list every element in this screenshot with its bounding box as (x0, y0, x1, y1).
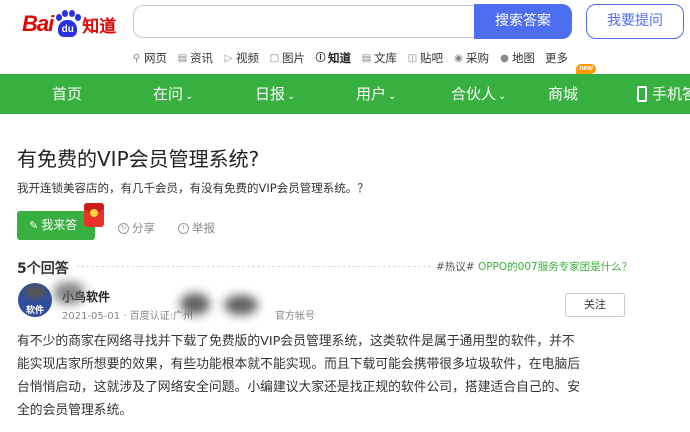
follow-button[interactable]: 关注 (565, 293, 625, 317)
tieba-icon: ◫ (407, 52, 418, 64)
share-button[interactable]: ↻ 分享 (118, 220, 155, 236)
caigou-icon: ◉ (454, 52, 463, 64)
report-button[interactable]: ! 举报 (178, 220, 215, 236)
map-icon: ● (500, 52, 509, 64)
blur-mask (180, 293, 210, 315)
answer-line: 台悄悄启动，这就涉及了网络安全问题。小编建议大家还是找正规的软件公司，搭建适合自… (17, 380, 581, 395)
subnav-item-wenku[interactable]: ▤ 文库 (361, 50, 397, 66)
top-header: Bai du 知道 搜索答案 我要提问 ⚲ 网页 ▤ 资讯 ▷ 视频 □ 图片 ⓘ 知道 … (0, 0, 690, 74)
subnav-item-zhidao[interactable]: ⓘ 知道 (315, 50, 352, 66)
answer-body: 有不少的商家在网络寻找并下载了免费版的VIP会员管理系统，这类软件是属于通用型的… (17, 330, 635, 422)
blur-mask (54, 282, 84, 304)
subnav-item-web[interactable]: ⚲ 网页 (131, 50, 167, 66)
question-description: 我开连锁美容店的，有几千会员，有没有免费的VIP会员管理系统。？ (17, 181, 369, 195)
subnav-item-news[interactable]: ▤ 资讯 (177, 50, 213, 66)
ask-question-button[interactable]: 我要提问 (586, 4, 684, 39)
answer-date: 2021-05-01 (62, 311, 121, 322)
search-icon: ⚲ (132, 52, 141, 64)
question-icon: ⓘ (315, 52, 326, 64)
report-icon: ! (178, 222, 189, 234)
chevron-down-icon: ⌄ (185, 91, 194, 102)
nav-item-mobile[interactable]: 手机答 (637, 74, 690, 114)
new-badge: new (576, 64, 597, 74)
video-icon: ▷ (224, 52, 233, 64)
news-icon: ▤ (177, 52, 188, 64)
nav-item-mall[interactable]: 商城 new (548, 64, 597, 114)
blur-mask (224, 295, 258, 315)
main-nav-bar: 首页 在问 ⌄ 日报 ⌄ 用户 ⌄ 合伙人 ⌄ 商城 new 手机答 (0, 64, 690, 114)
divider (76, 266, 431, 267)
phone-icon (637, 86, 647, 102)
pencil-icon: ✎ (29, 219, 39, 232)
answer-line: 全的会员管理系统。 (17, 403, 133, 418)
red-packet-icon[interactable] (84, 203, 104, 227)
avatar-text: 软件 (25, 305, 44, 315)
subnav-item-more[interactable]: 更多 (545, 50, 568, 66)
search-answers-button[interactable]: 搜索答案 (474, 4, 572, 39)
baidu-zhidao-logo[interactable]: Bai du 知道 (22, 8, 116, 40)
subnav-item-map[interactable]: ● 地图 (499, 50, 535, 66)
avatar[interactable]: 软件 (18, 283, 52, 317)
subnav-item-tieba[interactable]: ◫ 贴吧 (407, 50, 443, 66)
hot-topic-link[interactable]: OPPO的007服务专家团是什么？ (478, 261, 632, 273)
nav-item-daily[interactable]: 日报 ⌄ (255, 74, 295, 114)
chevron-down-icon: ⌄ (287, 91, 296, 102)
answer-line: 能实现店家所想要的效果，有些功能根本就不能实现。而且下载可能会携带很多垃圾软件，… (17, 357, 581, 372)
chevron-down-icon: ⌄ (388, 91, 397, 102)
nav-item-asking[interactable]: 在问 ⌄ (153, 74, 193, 114)
answer-line: 有不少的商家在网络寻找并下载了免费版的VIP会员管理系统，这类软件是属于通用型的… (17, 334, 575, 349)
chevron-down-icon: ⌄ (498, 91, 507, 102)
paw-icon: du (54, 10, 82, 38)
hot-topic[interactable]: #热议# OPPO的007服务专家团是什么？ (436, 259, 632, 274)
hot-tag: #热议# (436, 261, 475, 273)
image-icon: □ (269, 52, 280, 64)
subnav-item-caigou[interactable]: ◉ 采购 (453, 50, 489, 66)
logo-zhidao-text: 知道 (82, 16, 117, 37)
logo-bai-text: Bai (22, 11, 54, 36)
document-icon: ▤ (361, 52, 372, 64)
verification-text: · 百度认证:广州 (123, 311, 194, 322)
share-icon: ↻ (118, 222, 129, 234)
search-category-nav: ⚲ 网页 ▤ 资讯 ▷ 视频 □ 图片 ⓘ 知道 ▤ 文库 ◫ 贴吧 ◉ 采购 ● 地图 更多 (131, 49, 578, 67)
nav-item-home[interactable]: 首页 (52, 74, 82, 114)
subnav-item-video[interactable]: ▷ 视频 (223, 50, 259, 66)
subnav-item-images[interactable]: □ 图片 (269, 50, 305, 66)
answers-count: 5个回答 (17, 261, 69, 277)
nav-item-users[interactable]: 用户 ⌄ (356, 74, 396, 114)
logo-du-text: du (58, 20, 78, 37)
question-title: 有免费的VIP会员管理系统? (17, 147, 260, 171)
search-input[interactable] (133, 5, 475, 38)
nav-item-partners[interactable]: 合伙人 ⌄ (451, 74, 506, 114)
official-account-text: 官方帐号 (275, 311, 316, 322)
